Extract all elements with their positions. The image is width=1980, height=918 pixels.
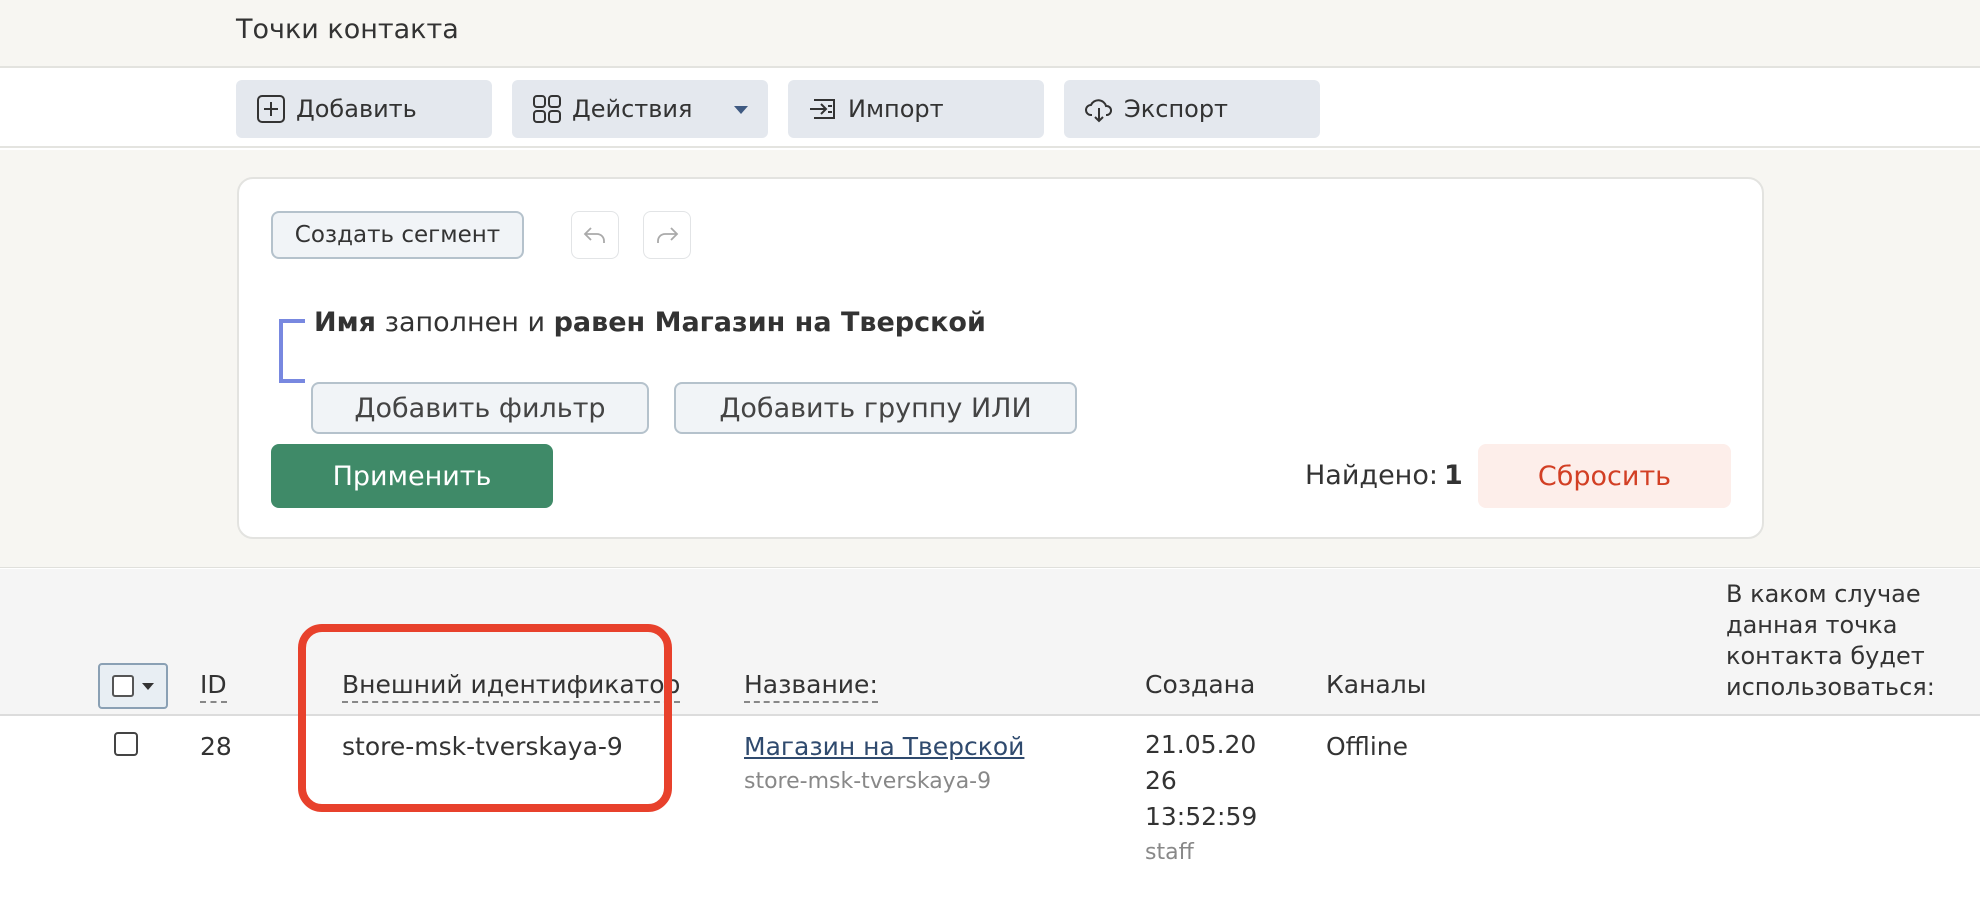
toolbar: Добавить Действия Импорт Экспорт bbox=[0, 68, 1980, 148]
add-filter-button[interactable]: Добавить фильтр bbox=[311, 382, 649, 434]
import-button-label: Импорт bbox=[848, 95, 944, 123]
row-name-link[interactable]: Магазин на Тверской bbox=[744, 732, 1024, 761]
filter-group-bracket bbox=[279, 319, 305, 383]
export-button[interactable]: Экспорт bbox=[1064, 80, 1320, 138]
filter-condition[interactable]: Имя заполнен и равен Магазин на Тверской bbox=[314, 307, 986, 338]
caret-down-icon bbox=[142, 682, 154, 690]
column-created: Создана bbox=[1145, 670, 1256, 699]
row-id: 28 bbox=[200, 732, 232, 761]
redo-button[interactable] bbox=[643, 211, 691, 259]
page-header: Точки контакта bbox=[0, 0, 1980, 68]
column-id[interactable]: ID bbox=[200, 670, 227, 703]
import-icon bbox=[808, 94, 838, 124]
row-name-sub: store-msk-tverskaya-9 bbox=[744, 769, 992, 794]
found-value: 1 bbox=[1443, 460, 1463, 491]
found-label: Найдено: bbox=[1305, 460, 1438, 491]
reset-button[interactable]: Сбросить bbox=[1478, 444, 1731, 508]
add-button[interactable]: Добавить bbox=[236, 80, 492, 138]
actions-dropdown-button[interactable]: Действия bbox=[512, 80, 768, 138]
row-external-id: store-msk-tverskaya-9 bbox=[342, 732, 623, 761]
condition-operator: заполнен и bbox=[384, 307, 545, 338]
row-created-time: 13:52:59 bbox=[1145, 802, 1258, 831]
undo-icon bbox=[583, 227, 605, 243]
row-created-by: staff bbox=[1145, 840, 1194, 865]
filter-card: Создать сегмент Имя заполнен и равен Маг… bbox=[237, 177, 1764, 539]
table-row[interactable]: 28 store-msk-tverskaya-9 Магазин на Твер… bbox=[0, 717, 1980, 918]
page-title: Точки контакта bbox=[236, 14, 459, 45]
found-count: Найдено: 1 bbox=[1305, 460, 1463, 491]
row-channels: Offline bbox=[1326, 732, 1409, 761]
condition-field: Имя bbox=[314, 307, 377, 338]
select-all-checkbox[interactable] bbox=[112, 675, 134, 697]
export-button-label: Экспорт bbox=[1124, 95, 1229, 123]
chevron-down-icon bbox=[734, 106, 748, 114]
column-channels: Каналы bbox=[1326, 670, 1427, 699]
actions-button-label: Действия bbox=[572, 95, 693, 123]
add-button-label: Добавить bbox=[296, 95, 417, 123]
apply-button[interactable]: Применить bbox=[271, 444, 553, 508]
grid-icon bbox=[532, 94, 562, 124]
add-or-group-button[interactable]: Добавить группу ИЛИ bbox=[674, 382, 1077, 434]
row-name-cell: Магазин на Тверской store-msk-tverskaya-… bbox=[744, 732, 1024, 794]
column-external-id[interactable]: Внешний идентификатор bbox=[342, 670, 681, 703]
row-checkbox[interactable] bbox=[114, 732, 138, 756]
plus-square-icon bbox=[256, 94, 286, 124]
column-usage: В каком случае данная точка контакта буд… bbox=[1726, 580, 1935, 701]
filter-area: Создать сегмент Имя заполнен и равен Маг… bbox=[0, 150, 1980, 568]
row-created-date: 21.05.20 bbox=[1145, 730, 1257, 759]
column-name[interactable]: Название: bbox=[744, 670, 878, 703]
cloud-download-icon bbox=[1084, 94, 1114, 124]
row-created-cell: 21.05.20 26 13:52:59 staff bbox=[1145, 727, 1257, 871]
select-all-dropdown[interactable] bbox=[98, 663, 168, 709]
import-button[interactable]: Импорт bbox=[788, 80, 1044, 138]
redo-icon bbox=[657, 227, 679, 243]
row-created-date-cont: 26 bbox=[1145, 766, 1177, 795]
create-segment-button[interactable]: Создать сегмент bbox=[271, 211, 524, 259]
undo-button[interactable] bbox=[571, 211, 619, 259]
condition-comparison: равен Магазин на Тверской bbox=[553, 307, 986, 338]
table-header: ID Внешний идентификатор Название: Созда… bbox=[0, 569, 1980, 716]
